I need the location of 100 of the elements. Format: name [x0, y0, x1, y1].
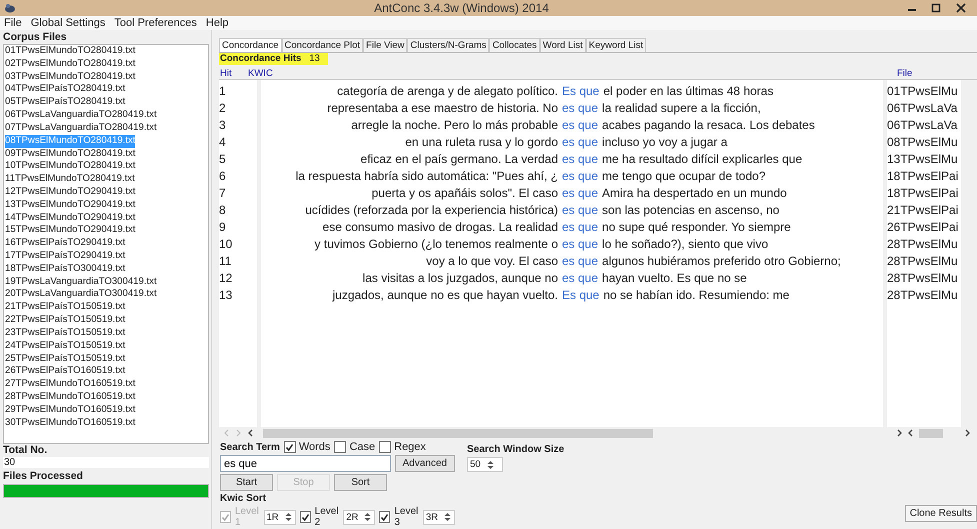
corpus-file-item[interactable]: 19TPwsLaVanguardiaTO300419.txt	[5, 276, 157, 288]
checkbox[interactable]	[284, 441, 296, 453]
corpus-file-item[interactable]: 14TPwsElMundoTO290419.txt	[5, 212, 136, 224]
menu-item[interactable]: Help	[206, 17, 229, 29]
hit-number: 11	[219, 253, 232, 270]
right-context: incluso yo voy a jugar a	[602, 134, 728, 151]
file-name: 18TPwsElPai	[887, 168, 960, 185]
hit-number: 1	[219, 83, 227, 100]
search-term-label: Search Term	[220, 442, 280, 452]
tab[interactable]: Collocates	[489, 38, 540, 52]
keyword: es que	[562, 270, 598, 287]
tab[interactable]: Clusters/N-Grams	[407, 38, 490, 52]
corpus-file-item[interactable]: 27TPwsElMundoTO160519.txt	[5, 378, 136, 391]
checkbox[interactable]	[379, 511, 390, 523]
corpus-file-item[interactable]: 11TPwsElMundoTO280419.txt	[5, 173, 135, 186]
left-context: arregle la noche. Pero lo más probable	[350, 117, 558, 134]
tab[interactable]: Concordance	[219, 38, 282, 52]
corpus-file-item[interactable]: 23TPwsElPaísTO150519.txt	[5, 326, 126, 340]
tab[interactable]: Keyword List	[586, 38, 646, 52]
scroll-right-icon[interactable]	[963, 429, 971, 437]
corpus-file-item[interactable]: 15TPwsElMundoTO290419.txt	[5, 224, 136, 238]
scroll-left-icon[interactable]	[907, 429, 915, 437]
scroll-right-icon[interactable]	[895, 429, 903, 437]
corpus-file-item[interactable]: 09TPwsElMundoTO280419.txt	[5, 148, 136, 160]
keyword: es que	[562, 134, 598, 151]
hit-number: 12	[219, 270, 234, 287]
kwic-sort-label: Kwic Sort	[220, 493, 268, 504]
right-context: no supe qué responder. Yo siempre	[602, 219, 791, 236]
corpus-file-item[interactable]: 16TPwsElPaísTO290419.txt	[5, 237, 126, 250]
scrollbar[interactable]	[919, 428, 943, 438]
corpus-file-item[interactable]: 29TPwsElMundoTO160519.txt	[5, 404, 136, 417]
checkbox[interactable]	[334, 441, 346, 453]
tab[interactable]: Concordance Plot	[282, 38, 364, 52]
tab[interactable]: Word List	[540, 38, 586, 52]
file-name: 28TPwsElMu	[887, 270, 959, 287]
corpus-file-item[interactable]: 17TPwsElPaísTO290419.txt	[5, 250, 126, 263]
column-header[interactable]: Hit	[219, 68, 248, 79]
advanced-button[interactable]: Advanced	[394, 455, 455, 472]
menu-item[interactable]: File	[4, 17, 22, 29]
right-context: el poder en las últimas 48 horas	[603, 83, 774, 100]
corpus-file-item[interactable]: 10TPwsElMundoTO280419.txt	[5, 160, 136, 174]
menu-item[interactable]: Tool Preferences	[114, 17, 197, 29]
keyword: es que	[562, 117, 598, 134]
checkbox-label: Regex	[394, 441, 426, 453]
file-name: 21TPwsElPai	[887, 202, 960, 219]
corpus-file-item[interactable]: 20TPwsLaVanguardiaTO300419.txt	[5, 288, 157, 302]
corpus-file-item[interactable]: 02TPwsElMundoTO280419.txt	[5, 58, 136, 71]
column-header[interactable]: KWIC	[248, 68, 897, 79]
corpus-file-item[interactable]: 26TPwsElPaísTO160519.txt	[5, 365, 126, 378]
corpus-file-item[interactable]: 30TPwsElMundoTO160519.txt	[5, 416, 136, 430]
left-context: voy a lo que voy. El caso	[425, 253, 558, 270]
corpus-file-item[interactable]: 07TPwsLaVanguardiaTO280419.txt	[5, 122, 157, 135]
action-button[interactable]: Sort	[334, 474, 387, 491]
close-icon[interactable]	[955, 2, 967, 14]
level-spinner[interactable]: 3R	[422, 510, 456, 524]
menu-item[interactable]: Global Settings	[30, 17, 106, 29]
right-context: lo he soñado?), siento que vivo	[602, 236, 768, 253]
left-context: puerta y os apañáis solos". El caso	[370, 185, 558, 202]
corpus-file-item[interactable]: 12TPwsElMundoTO290419.txt	[5, 186, 136, 199]
level-label: Level 2	[314, 506, 340, 528]
file-name: 28TPwsElMu	[887, 236, 959, 253]
right-context: Amira ha despertado en un mundo	[602, 185, 787, 202]
maximize-icon[interactable]	[931, 3, 941, 13]
search-window-size-label: Search Window Size	[467, 444, 564, 455]
search-field[interactable]: es que	[220, 455, 391, 472]
corpus-file-item[interactable]: 22TPwsElPaísTO150519.txt	[5, 314, 126, 327]
corpus-file-item[interactable]: 25TPwsElPaísTO150519.txt	[5, 352, 126, 366]
hit-number: 5	[219, 151, 227, 168]
hit-number: 8	[219, 202, 227, 219]
corpus-file-item[interactable]: 05TPwsElPaísTO280419.txt	[5, 96, 126, 110]
scroll-left-icon[interactable]	[247, 429, 255, 437]
corpus-file-item[interactable]: 18TPwsElPaísTO300419.txt	[5, 262, 126, 276]
corpus-file-item[interactable]: 03TPwsElMundoTO280419.txt	[5, 70, 136, 84]
hit-number: 13	[219, 287, 234, 304]
corpus-file-item[interactable]: 13TPwsElMundoTO290419.txt	[5, 198, 136, 212]
hit-number: 6	[219, 168, 227, 185]
scrollbar[interactable]	[263, 428, 653, 438]
clone-results-button[interactable]: Clone Results	[904, 505, 977, 522]
checkbox[interactable]	[379, 441, 392, 453]
file-name: 08TPwsElMu	[887, 134, 959, 151]
file-name: 13TPwsElMu	[887, 151, 959, 168]
window-size-spinner[interactable]: 50	[467, 457, 503, 472]
keyword: Es que	[562, 287, 600, 304]
corpus-file-item[interactable]: 01TPwsElMundoTO280419.txt	[5, 45, 136, 58]
column-header[interactable]: File	[897, 68, 977, 79]
corpus-file-item[interactable]: 04TPwsElPaísTO280419.txt	[5, 83, 126, 96]
checkbox[interactable]	[300, 511, 311, 523]
corpus-file-item[interactable]: 28TPwsElMundoTO160519.txt	[5, 390, 136, 404]
level-spinner[interactable]: 2R	[343, 510, 376, 524]
right-context: no se habían ido. Resumiendo: me	[603, 287, 790, 304]
right-context: la realidad supere a la ficción,	[602, 100, 761, 117]
right-context: acabes pagando la resaca. Los debates	[602, 117, 815, 134]
corpus-file-item[interactable]: 06TPwsLaVanguardiaTO280419.txt	[5, 109, 157, 122]
corpus-file-item[interactable]: 24TPwsElPaísTO150519.txt	[5, 340, 126, 352]
corpus-file-item[interactable]: 21TPwsElPaísTO150519.txt	[5, 301, 126, 314]
window-title: AntConc 3.4.3w (Windows) 2014	[373, 1, 550, 15]
tab[interactable]: File View	[363, 38, 408, 52]
hit-number: 2	[219, 100, 227, 117]
action-button[interactable]: Start	[220, 474, 273, 491]
keyword: es que	[562, 253, 598, 270]
